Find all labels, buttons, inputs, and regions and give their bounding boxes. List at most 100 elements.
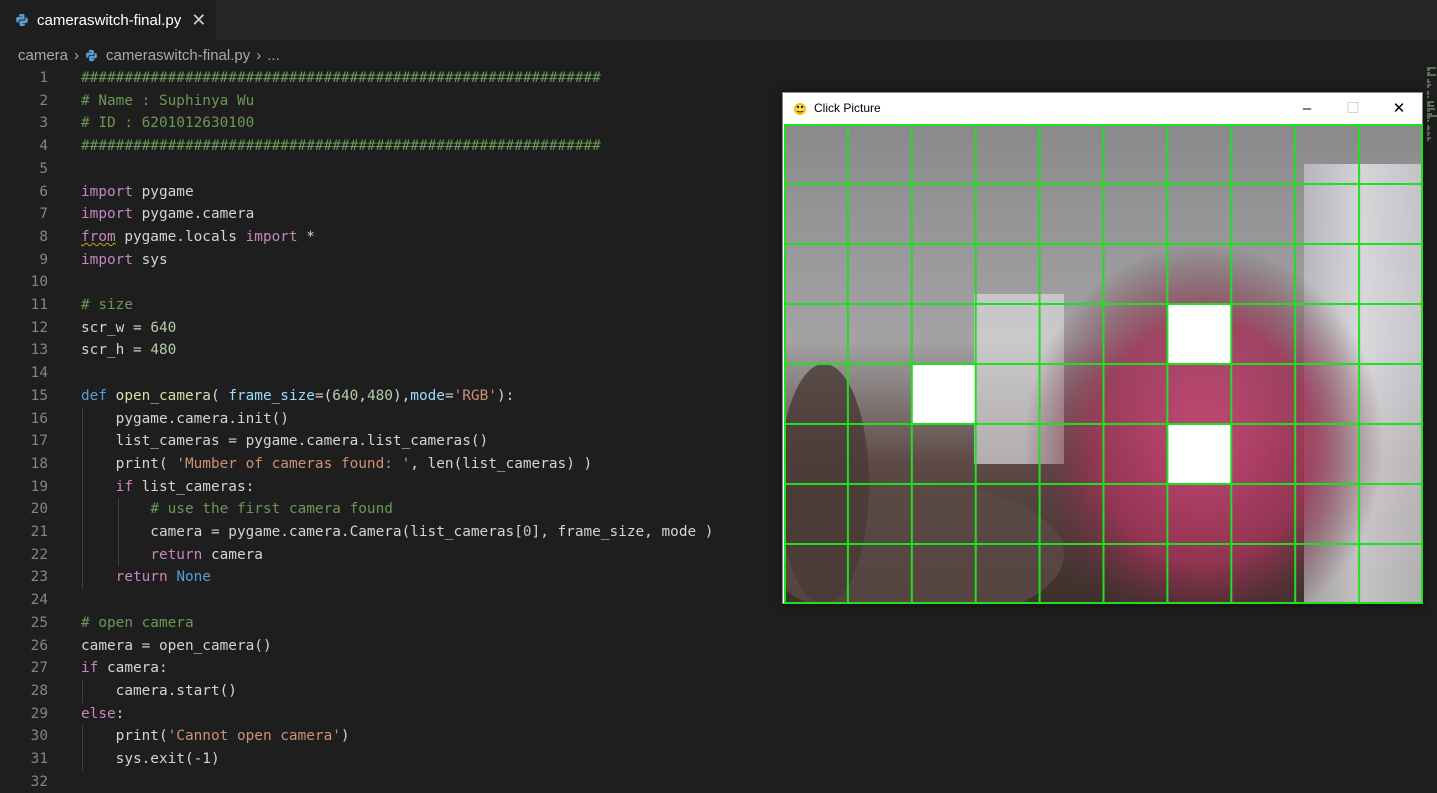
code-text: return camera — [81, 544, 263, 566]
code-text: # use the first camera found — [81, 498, 393, 520]
code-token: ( — [210, 387, 229, 404]
line-number: 2 — [39, 92, 48, 109]
breadcrumb-more[interactable]: ... — [267, 47, 280, 64]
code-line[interactable]: 1 #######################################… — [0, 67, 780, 89]
code-token: return — [150, 546, 203, 563]
code-line[interactable]: 21 camera = pygame.camera.Camera(list_ca… — [0, 521, 780, 543]
code-token: camera = pygame.camera.Camera(list_camer… — [81, 524, 523, 540]
code-line[interactable]: 6 import pygame — [0, 181, 780, 203]
code-token: , — [358, 387, 367, 404]
indent-guide — [118, 498, 119, 567]
code-line[interactable]: 10 — [0, 271, 780, 293]
line-number: 12 — [30, 319, 48, 336]
code-token: sys.exit(-1) — [81, 751, 220, 767]
code-line[interactable]: 3 # ID : 6201012630100 — [0, 112, 780, 134]
code-line[interactable]: 4 #######################################… — [0, 135, 780, 157]
white-cell[interactable] — [1167, 304, 1232, 364]
close-icon[interactable]: ✕ — [191, 11, 206, 29]
tab-cameraswitch-final[interactable]: cameraswitch-final.py ✕ — [0, 0, 216, 40]
pygame-window[interactable]: Click Picture – ☐ ✕ — [782, 92, 1423, 604]
code-line[interactable]: 29 else: — [0, 703, 780, 725]
indent-guide — [82, 725, 83, 771]
code-text: camera = pygame.camera.Camera(list_camer… — [81, 521, 713, 543]
code-line[interactable]: 2 # Name : Suphinya Wu — [0, 90, 780, 112]
code-line[interactable]: 20 # use the first camera found — [0, 498, 780, 520]
code-line[interactable]: 27 if camera: — [0, 657, 780, 679]
line-number: 25 — [30, 614, 48, 631]
code-token: list_cameras: — [132, 478, 255, 495]
code-token: ) — [340, 728, 350, 745]
breadcrumb-folder[interactable]: camera — [18, 47, 68, 64]
code-line[interactable]: 31 sys.exit(-1) — [0, 748, 780, 770]
minimap-line — [1427, 95, 1429, 98]
code-line[interactable]: 22 return camera — [0, 544, 780, 566]
code-token: ], frame_size, mode ) — [531, 524, 714, 540]
code-token: if — [81, 660, 99, 677]
code-token: pygame — [132, 183, 194, 200]
line-number: 17 — [30, 433, 48, 450]
code-line[interactable]: 11 # size — [0, 294, 780, 316]
code-line[interactable]: 8 from pygame.locals import * — [0, 226, 780, 248]
code-token: import — [81, 251, 133, 268]
code-token: 'Mumber of cameras found: ' — [176, 455, 411, 472]
code-editor[interactable]: 1 #######################################… — [0, 67, 780, 793]
code-line[interactable]: 18 print( 'Mumber of cameras found: ', l… — [0, 453, 780, 475]
line-number: 28 — [30, 682, 48, 699]
code-token: camera: — [98, 660, 168, 677]
line-number: 31 — [30, 751, 48, 767]
code-text: import pygame — [81, 181, 194, 203]
white-cell[interactable] — [911, 364, 976, 424]
code-line[interactable]: 7 import pygame.camera — [0, 203, 780, 225]
line-number: 19 — [30, 478, 48, 495]
code-line[interactable]: 19 if list_cameras: — [0, 476, 780, 498]
code-line[interactable]: 24 — [0, 589, 780, 611]
line-number: 26 — [30, 637, 48, 654]
pygame-titlebar[interactable]: Click Picture – ☐ ✕ — [783, 93, 1422, 123]
camera-view[interactable] — [784, 124, 1423, 604]
code-line[interactable]: 16 pygame.camera.init() — [0, 408, 780, 430]
code-line[interactable]: 15 def open_camera( frame_size=(640,480),… — [0, 385, 780, 407]
code-token: camera = open_camera() — [81, 637, 272, 654]
chevron-right-icon: › — [74, 46, 80, 64]
code-line[interactable]: 28 camera.start() — [0, 680, 780, 702]
code-line[interactable]: 32 — [0, 771, 780, 793]
code-line[interactable]: 12 scr_w = 640 — [0, 317, 780, 339]
line-number: 20 — [30, 501, 48, 518]
close-button[interactable]: ✕ — [1376, 93, 1422, 123]
code-line[interactable]: 25 # open camera — [0, 612, 780, 634]
code-token: # use the first camera found — [150, 501, 393, 518]
code-line[interactable]: 30 print('Cannot open camera') — [0, 725, 780, 747]
code-text: # ID : 6201012630100 — [81, 112, 254, 134]
line-number: 27 — [30, 660, 48, 677]
code-line[interactable]: 5 — [0, 158, 780, 180]
white-cell[interactable] — [1167, 424, 1232, 484]
code-text: camera = open_camera() — [81, 635, 272, 657]
minimize-button[interactable]: – — [1284, 93, 1330, 123]
code-text: # open camera — [81, 612, 194, 634]
minimap[interactable] — [1423, 67, 1437, 793]
code-text: if camera: — [81, 657, 168, 679]
code-token: open_camera — [115, 387, 211, 404]
line-number: 30 — [30, 728, 48, 745]
code-token: # open camera — [81, 614, 194, 631]
breadcrumb-file[interactable]: cameraswitch-final.py — [106, 47, 250, 64]
maximize-button[interactable]: ☐ — [1330, 93, 1376, 123]
camera-frame[interactable] — [784, 124, 1423, 604]
line-number: 8 — [39, 228, 48, 245]
line-number: 10 — [30, 274, 48, 291]
line-number: 24 — [30, 592, 48, 609]
minimap-line — [1427, 139, 1429, 141]
line-number: 4 — [39, 138, 48, 155]
code-token: : — [115, 705, 125, 722]
code-line[interactable]: 13 scr_h = 480 — [0, 339, 780, 361]
code-line[interactable]: 23 return None — [0, 566, 780, 588]
code-text: return None — [81, 566, 211, 588]
code-line[interactable]: 9 import sys — [0, 249, 780, 271]
code-line[interactable]: 14 — [0, 362, 780, 384]
code-text: import pygame.camera — [81, 203, 254, 225]
code-line[interactable]: 17 list_cameras = pygame.camera.list_cam… — [0, 430, 780, 452]
code-line[interactable]: 26 camera = open_camera() — [0, 635, 780, 657]
